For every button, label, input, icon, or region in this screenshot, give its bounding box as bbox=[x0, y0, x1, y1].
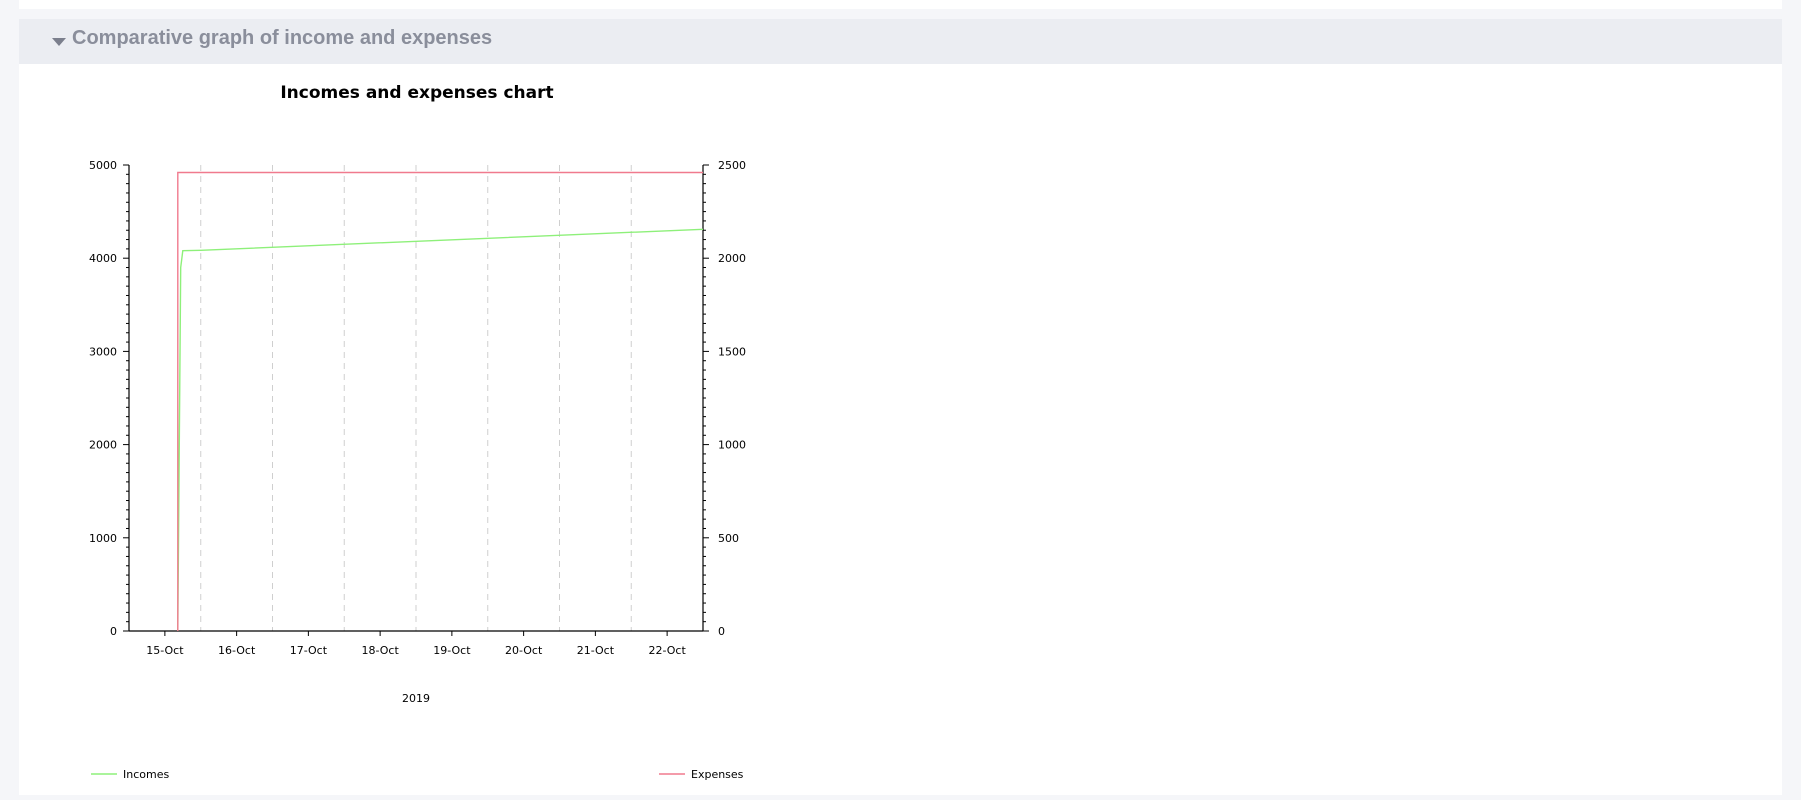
y-left-tick-label: 1000 bbox=[89, 532, 117, 545]
x-tick-label: 16-Oct bbox=[218, 644, 256, 657]
y-left-tick-label: 2000 bbox=[89, 439, 117, 452]
x-tick-label: 17-Oct bbox=[290, 644, 328, 657]
panel-header-toggle[interactable]: Comparative graph of income and expenses bbox=[19, 19, 1782, 64]
series-line-incomes bbox=[177, 228, 704, 632]
x-tick-label: 21-Oct bbox=[577, 644, 615, 657]
chart-container: Incomes and expenses chart 0 1000 2000 3000… bbox=[19, 64, 819, 795]
panel-title: Comparative graph of income and expenses bbox=[72, 27, 493, 49]
series-layer bbox=[177, 171, 704, 632]
legend: Incomes Expenses bbox=[91, 768, 744, 781]
y-right-tick-label: 2000 bbox=[718, 252, 746, 265]
y-right-tick-label: 2500 bbox=[718, 159, 746, 172]
x-axis-label: 2019 bbox=[402, 692, 430, 705]
income-expense-chart: Incomes and expenses chart 0 1000 2000 3000… bbox=[89, 83, 746, 781]
legend-label-incomes: Incomes bbox=[123, 768, 169, 781]
x-tick-label: 19-Oct bbox=[433, 644, 471, 657]
caret-down-icon bbox=[52, 38, 66, 46]
y-right-tick-label: 1000 bbox=[718, 439, 746, 452]
x-tick-label: 18-Oct bbox=[361, 644, 399, 657]
chart-title: Incomes and expenses chart bbox=[280, 83, 553, 103]
income-expense-panel: Comparative graph of income and expenses… bbox=[19, 19, 1782, 795]
top-card-edge bbox=[19, 0, 1782, 9]
axis-layer: 0 1000 2000 3000 4000 5000 0 500 1000 1500 2000 250… bbox=[89, 159, 746, 657]
y-right-tick-label: 0 bbox=[718, 625, 725, 638]
x-tick-label: 22-Oct bbox=[648, 644, 686, 657]
x-tick-label: 20-Oct bbox=[505, 644, 543, 657]
y-right-tick-label: 1500 bbox=[718, 345, 746, 358]
y-left-tick-label: 0 bbox=[110, 625, 117, 638]
x-tick-label: 15-Oct bbox=[146, 644, 184, 657]
y-right-tick-label: 500 bbox=[718, 532, 739, 545]
y-left-tick-label: 3000 bbox=[89, 345, 117, 358]
legend-label-expenses: Expenses bbox=[691, 768, 744, 781]
series-line-expenses bbox=[177, 171, 703, 631]
y-left-tick-label: 4000 bbox=[89, 252, 117, 265]
y-left-tick-label: 5000 bbox=[89, 159, 117, 172]
